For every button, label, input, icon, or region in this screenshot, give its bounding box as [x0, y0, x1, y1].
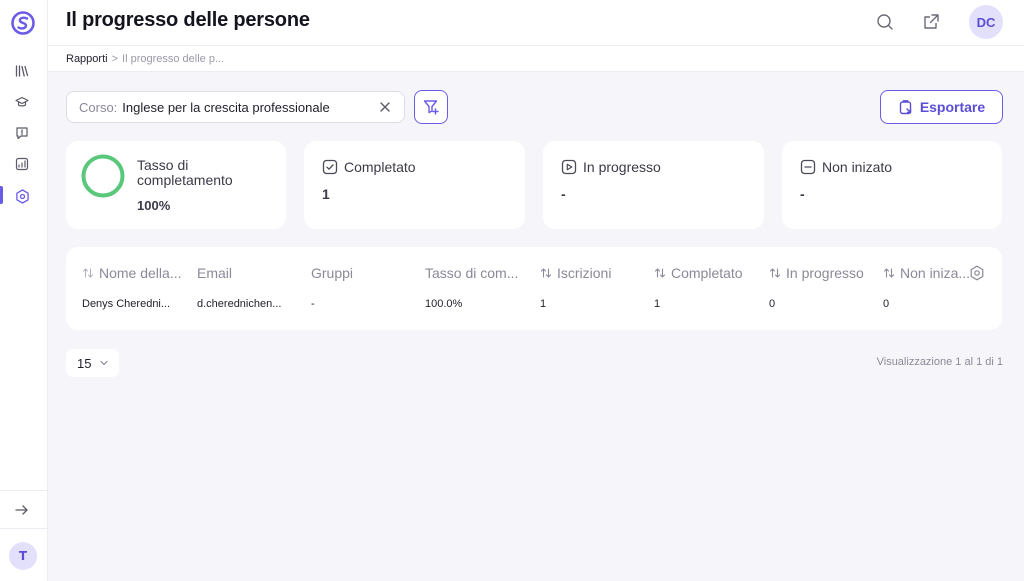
- breadcrumb-separator: >: [111, 53, 119, 65]
- breadcrumb-link-reports[interactable]: Rapporti: [66, 53, 108, 65]
- cell-enrollments: 1: [540, 298, 547, 310]
- open-external-button[interactable]: [921, 12, 941, 32]
- app-logo[interactable]: [10, 10, 36, 36]
- in-progress-value: -: [561, 186, 566, 202]
- arrow-right-icon: [15, 505, 28, 515]
- column-header-label: Nome della...: [99, 265, 182, 281]
- check-square-icon: [322, 159, 338, 175]
- close-icon[interactable]: [378, 100, 392, 114]
- completion-rate-title: Tasso di completamento: [137, 157, 233, 188]
- cell-email: d.cherednichen...: [197, 298, 282, 310]
- completed-card: Completato 1: [304, 141, 525, 229]
- column-header-label: Iscrizioni: [557, 265, 612, 281]
- play-square-icon: [561, 159, 577, 175]
- column-header-label: Non iniza...: [900, 265, 971, 281]
- in-progress-card: In progresso -: [543, 141, 764, 229]
- breadcrumb: Rapporti > Il progresso delle p...: [66, 53, 224, 65]
- export-label: Esportare: [919, 99, 986, 115]
- sort-icon: [540, 268, 552, 278]
- sidebar-divider: [0, 528, 48, 529]
- graduation-cap-icon: [15, 96, 29, 107]
- column-header-not-started[interactable]: Non iniza...: [883, 265, 970, 281]
- column-header-groups[interactable]: Gruppi: [311, 265, 353, 281]
- add-filter-button[interactable]: [414, 90, 448, 124]
- column-settings-icon[interactable]: [969, 265, 985, 281]
- cell-completed: 1: [654, 298, 661, 310]
- minus-square-icon: [800, 159, 816, 175]
- breadcrumb-bar: Rapporti > Il progresso delle p...: [48, 46, 1024, 72]
- cell-not-started: 0: [883, 298, 890, 310]
- sort-icon: [83, 268, 93, 278]
- column-header-email[interactable]: Email: [197, 265, 232, 281]
- workspace-avatar[interactable]: T: [9, 542, 37, 570]
- column-header-name[interactable]: Nome della...: [82, 265, 181, 281]
- column-header-in-progress[interactable]: In progresso: [769, 265, 864, 281]
- course-filter-chip[interactable]: Corso: Inglese per la crescita professio…: [66, 91, 405, 123]
- cell-in-progress: 0: [769, 298, 776, 310]
- sidebar-divider: [0, 490, 48, 491]
- cell-groups: -: [311, 298, 315, 310]
- chevron-down-icon: [100, 360, 109, 366]
- column-header-label: Gruppi: [311, 265, 354, 281]
- column-header-label: Email: [197, 265, 233, 281]
- search-button[interactable]: [875, 12, 895, 32]
- export-button[interactable]: Esportare: [880, 90, 1003, 124]
- column-header-label: Completato: [671, 265, 743, 281]
- people-progress-table: Nome della... Email Gruppi Tasso di com.…: [66, 247, 1002, 330]
- column-header-completed[interactable]: Completato: [654, 265, 743, 281]
- sidebar-item-courses[interactable]: [12, 92, 32, 112]
- in-progress-title: In progresso: [583, 159, 661, 175]
- sidebar: T: [0, 0, 48, 581]
- column-header-enrollments[interactable]: Iscrizioni: [540, 265, 611, 281]
- page-size-value: 15: [77, 355, 92, 371]
- filter-add-icon: [423, 100, 439, 115]
- column-header-completion-rate[interactable]: Tasso di com...: [425, 265, 518, 281]
- search-icon: [877, 14, 893, 30]
- library-icon: [15, 65, 29, 77]
- completed-title: Completato: [344, 159, 416, 175]
- cell-completion-rate: 100.0%: [425, 298, 463, 310]
- collapse-sidebar-button[interactable]: [12, 500, 32, 520]
- sidebar-item-analytics[interactable]: [12, 154, 32, 174]
- column-header-label: Tasso di com...: [425, 265, 519, 281]
- not-started-title: Non inizato: [822, 159, 893, 175]
- filter-value: Inglese per la crescita professionale: [122, 99, 330, 115]
- feedback-icon: [16, 127, 28, 140]
- sidebar-item-reports[interactable]: [12, 186, 32, 206]
- target-icon: [15, 188, 29, 204]
- sort-icon: [654, 268, 666, 278]
- pagination-info: Visualizzazione 1 al 1 di 1: [876, 356, 1003, 368]
- external-link-icon: [924, 14, 939, 29]
- completion-rate-value: 100%: [137, 198, 171, 213]
- not-started-card: Non inizato -: [782, 141, 1002, 229]
- header: Il progresso delle persone DC: [48, 0, 1024, 46]
- export-icon: [899, 100, 912, 115]
- sidebar-item-feedback[interactable]: [12, 123, 32, 143]
- page-size-select[interactable]: 15: [66, 349, 119, 377]
- sort-icon: [883, 268, 895, 278]
- active-indicator: [0, 186, 3, 204]
- completion-rate-card: Tasso di completamento 100%: [66, 141, 286, 229]
- analytics-icon: [15, 157, 29, 171]
- user-avatar[interactable]: DC: [969, 5, 1003, 39]
- column-header-label: In progresso: [786, 265, 864, 281]
- completion-ring: [81, 154, 125, 198]
- sidebar-item-library[interactable]: [12, 61, 32, 81]
- filter-label: Corso:: [79, 99, 118, 115]
- completed-value: 1: [322, 186, 330, 202]
- not-started-value: -: [800, 186, 805, 202]
- sort-icon: [769, 268, 781, 278]
- page-title: Il progresso delle persone: [66, 9, 310, 31]
- cell-name: Denys Cheredni...: [82, 298, 171, 310]
- breadcrumb-current: Il progresso delle p...: [122, 53, 225, 65]
